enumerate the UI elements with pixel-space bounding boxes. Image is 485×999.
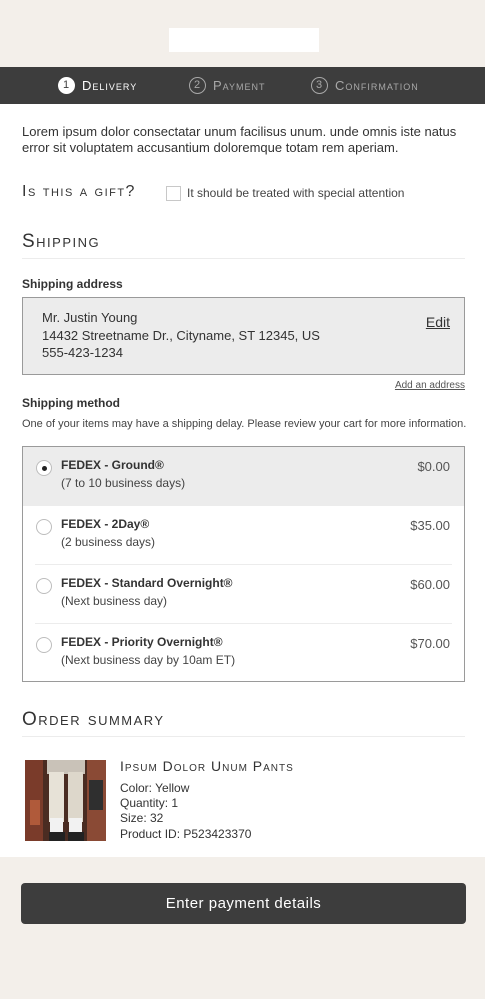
product-id: Product ID: P523423370 (120, 827, 252, 841)
shipping-option-ground[interactable]: FEDEX - Ground® (7 to 10 business days) … (23, 447, 464, 506)
option-name: FEDEX - Priority Overnight® (61, 635, 223, 649)
product-name[interactable]: Ipsum Dolor Unum Pants (120, 758, 294, 774)
gift-question: Is this a gift? (22, 183, 136, 200)
shipping-method-list: FEDEX - Ground® (7 to 10 business days) … (22, 446, 465, 682)
divider (22, 258, 465, 259)
product-size: Size: 32 (120, 811, 164, 825)
step-label: Payment (213, 78, 266, 93)
sticky-footer (0, 857, 485, 999)
option-name: FEDEX - Ground® (61, 458, 164, 472)
shipping-option-2day[interactable]: FEDEX - 2Day® (2 business days) $35.00 (23, 506, 464, 565)
gift-checkbox[interactable] (166, 186, 181, 201)
edit-address-link[interactable]: Edit (426, 314, 450, 330)
order-summary-heading: Order summary (22, 709, 165, 730)
shipping-option-standard-overnight[interactable]: FEDEX - Standard Overnight® (Next busine… (23, 565, 464, 624)
radio-button[interactable] (36, 460, 52, 476)
option-price: $0.00 (417, 459, 450, 474)
add-address-link[interactable]: Add an address (395, 380, 465, 391)
step-label: Confirmation (335, 78, 419, 93)
option-detail: (Next business day) (61, 594, 168, 608)
option-price: $60.00 (410, 577, 450, 592)
intro-text: Lorem ipsum dolor consectatar unum facil… (22, 124, 457, 155)
address-name: Mr. Justin Young (42, 310, 138, 325)
product-image[interactable] (25, 760, 106, 841)
radio-button[interactable] (36, 519, 52, 535)
shipping-heading: Shipping (22, 231, 101, 252)
option-name: FEDEX - 2Day® (61, 517, 150, 531)
step-confirmation[interactable]: 3 Confirmation (311, 67, 419, 104)
logo-placeholder[interactable] (169, 28, 319, 52)
product-color: Color: Yellow (120, 781, 190, 795)
option-detail: (7 to 10 business days) (61, 476, 186, 490)
checkout-progress-bar: 1 Delivery 2 Payment 3 Confirmation (0, 67, 485, 104)
product-photo (25, 760, 106, 841)
gift-checkbox-label[interactable]: It should be treated with special attent… (187, 186, 404, 200)
address-phone: 555-423-1234 (42, 345, 123, 360)
radio-button[interactable] (36, 578, 52, 594)
step-number-3: 3 (311, 77, 328, 94)
option-detail: (Next business day by 10am ET) (61, 653, 236, 667)
step-delivery[interactable]: 1 Delivery (58, 67, 137, 104)
shipping-address-card: Mr. Justin Young 14432 Streetname Dr., C… (22, 297, 465, 375)
product-quantity: Quantity: 1 (120, 796, 179, 810)
option-detail: (2 business days) (61, 535, 156, 549)
shipping-delay-note: One of your items may have a shipping de… (22, 418, 467, 430)
shipping-method-label: Shipping method (22, 396, 120, 410)
radio-button[interactable] (36, 637, 52, 653)
step-label: Delivery (82, 78, 138, 93)
option-price: $70.00 (410, 636, 450, 651)
option-name: FEDEX - Standard Overnight® (61, 576, 233, 590)
header-band (0, 0, 485, 67)
enter-payment-button[interactable]: Enter payment details (21, 883, 466, 924)
shipping-option-priority-overnight[interactable]: FEDEX - Priority Overnight® (Next busine… (23, 624, 464, 683)
option-price: $35.00 (410, 518, 450, 533)
divider (22, 736, 465, 737)
step-payment[interactable]: 2 Payment (189, 67, 266, 104)
step-number-2: 2 (189, 77, 206, 94)
shipping-address-label: Shipping address (22, 277, 123, 291)
address-street: 14432 Streetname Dr., Cityname, ST 12345… (42, 328, 320, 343)
step-number-1: 1 (58, 77, 75, 94)
